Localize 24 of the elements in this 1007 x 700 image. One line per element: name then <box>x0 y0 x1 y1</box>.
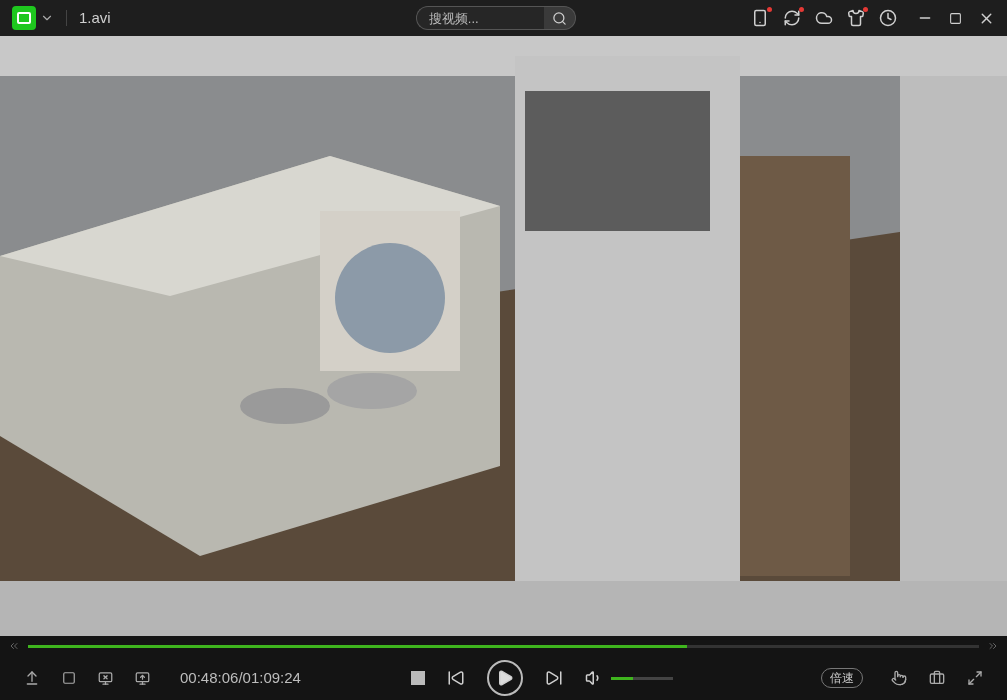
toolbox-icon[interactable] <box>929 670 945 686</box>
stop-button[interactable] <box>410 671 425 685</box>
forward-icon[interactable] <box>987 640 999 652</box>
cast-icon[interactable] <box>135 670 150 686</box>
rewind-icon[interactable] <box>8 640 20 652</box>
previous-icon[interactable] <box>446 669 465 687</box>
shirt-icon[interactable] <box>847 9 865 27</box>
maximize-icon[interactable] <box>949 11 962 25</box>
single-frame-icon[interactable] <box>62 671 76 685</box>
play-button[interactable] <box>486 660 523 696</box>
share-icon[interactable] <box>783 9 801 27</box>
phone-icon[interactable] <box>751 9 769 27</box>
file-title: 1.avi <box>79 7 111 28</box>
cloud-icon[interactable] <box>815 9 833 27</box>
time-display: 00:48:06/01:09:24 <box>180 667 301 688</box>
pointer-icon[interactable] <box>891 670 907 686</box>
progress-track[interactable] <box>28 644 979 648</box>
screen-icon[interactable] <box>98 670 113 686</box>
app-logo-icon[interactable] <box>12 6 36 30</box>
fullscreen-icon[interactable] <box>967 670 983 686</box>
history-icon[interactable] <box>879 9 897 27</box>
volume-track[interactable] <box>610 676 673 680</box>
next-icon[interactable] <box>544 669 563 687</box>
eject-icon[interactable] <box>24 670 40 686</box>
